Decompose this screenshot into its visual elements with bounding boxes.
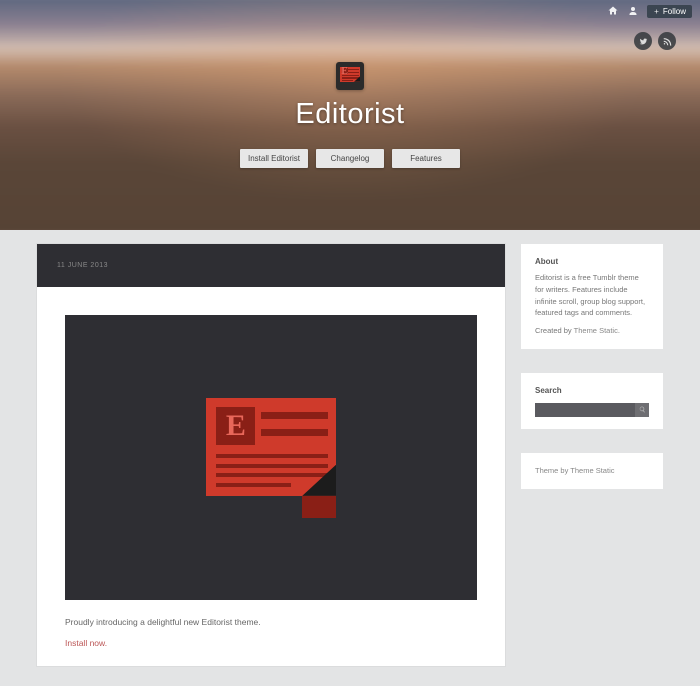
about-heading: About	[535, 256, 649, 268]
search-icon	[639, 406, 646, 413]
social-links	[634, 32, 676, 50]
twitter-icon[interactable]	[634, 32, 652, 50]
user-icon[interactable]	[627, 5, 639, 17]
themeby-widget: Theme by Theme Static	[521, 453, 663, 489]
changelog-button[interactable]: Changelog	[316, 149, 384, 168]
search-heading: Search	[535, 385, 649, 397]
site-avatar[interactable]: E	[336, 62, 364, 90]
post-date: 11 JUNE 2013	[37, 244, 505, 287]
newspaper-icon: E	[340, 67, 360, 85]
install-link[interactable]: Install now.	[65, 638, 477, 648]
dashboard-icon[interactable]	[607, 5, 619, 17]
created-link[interactable]: Theme Static	[574, 326, 618, 335]
about-widget: About Editorist is a free Tumblr theme f…	[521, 244, 663, 349]
hero: E Editorist Install Editorist Changelog …	[0, 0, 700, 230]
created-period: .	[618, 326, 620, 335]
sidebar: About Editorist is a free Tumblr theme f…	[521, 244, 663, 489]
content-wrap: 11 JUNE 2013 E Proudly introducing a del…	[37, 230, 663, 686]
tumblr-topbar: Follow	[0, 0, 700, 22]
rss-icon[interactable]	[658, 32, 676, 50]
hero-nav: Install Editorist Changelog Features	[240, 149, 460, 168]
search-widget: Search	[521, 373, 663, 429]
features-button[interactable]: Features	[392, 149, 460, 168]
post-body: E Proudly introducing a delightful new E…	[37, 287, 505, 666]
post-caption: Proudly introducing a delightful new Edi…	[65, 616, 477, 630]
main-column: 11 JUNE 2013 E Proudly introducing a del…	[37, 244, 505, 666]
themeby-prefix: Theme by	[535, 466, 570, 475]
newspaper-icon: E	[206, 398, 336, 518]
follow-label: Follow	[663, 7, 686, 16]
site-title: Editorist	[240, 98, 460, 131]
search-input[interactable]	[535, 403, 635, 417]
post-image[interactable]: E	[65, 315, 477, 600]
about-body: Editorist is a free Tumblr theme for wri…	[535, 272, 649, 319]
search-submit[interactable]	[635, 403, 649, 417]
themeby-link[interactable]: Theme Static	[570, 466, 614, 475]
install-button[interactable]: Install Editorist	[240, 149, 308, 168]
created-prefix: Created by	[535, 326, 574, 335]
follow-button[interactable]: Follow	[647, 5, 692, 18]
